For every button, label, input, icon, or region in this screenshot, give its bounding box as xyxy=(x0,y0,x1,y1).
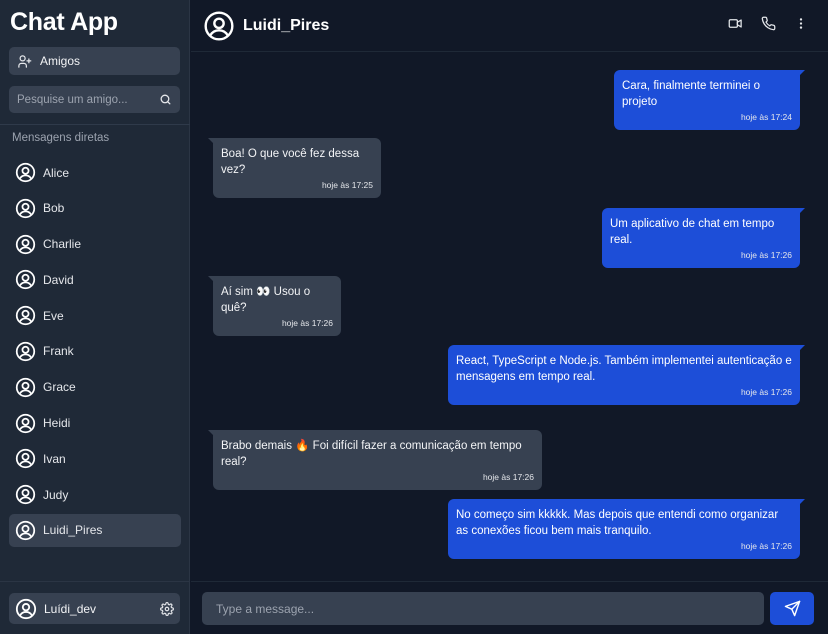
contact-name: David xyxy=(43,272,74,287)
search-icon[interactable] xyxy=(159,93,172,106)
add-user-icon xyxy=(17,54,32,69)
user-avatar-icon xyxy=(15,598,37,620)
sent-message: Um aplicativo de chat em tempo real. hoje… xyxy=(602,208,805,268)
contact-item[interactable]: Ivan xyxy=(9,442,181,475)
user-avatar-icon xyxy=(15,269,36,290)
contact-item[interactable]: Bob xyxy=(9,192,181,225)
send-icon xyxy=(784,600,801,617)
contact-name: Eve xyxy=(43,308,64,323)
current-user-name: Luídi_dev xyxy=(44,601,97,616)
user-avatar-icon xyxy=(15,341,36,362)
friends-label: Amigos xyxy=(40,54,81,68)
user-avatar-icon xyxy=(15,198,36,219)
user-avatar-icon xyxy=(15,484,36,505)
contact-item[interactable]: Judy xyxy=(9,478,181,511)
contact-name: Charlie xyxy=(43,237,82,252)
received-message: Boa! O que você fez dessa vez? hoje às 17… xyxy=(208,138,381,198)
message-timestamp: hoje às 17:26 xyxy=(740,250,792,260)
contact-item[interactable]: Grace xyxy=(9,371,181,404)
user-avatar-icon xyxy=(15,520,36,541)
message-timestamp: hoje às 17:25 xyxy=(321,180,373,190)
message-timestamp: hoje às 17:26 xyxy=(281,318,333,328)
sidebar: Chat App Amigos Mensagens diretas Alice B… xyxy=(0,0,190,634)
message-timestamp: hoje às 17:24 xyxy=(740,112,792,122)
direct-messages-heading: Mensagens diretas xyxy=(12,132,110,144)
contact-name: Judy xyxy=(43,487,69,502)
contact-name: Bob xyxy=(43,201,65,216)
message-text: React, TypeScript e Node.js. Também impl… xyxy=(456,355,792,383)
user-avatar-icon xyxy=(203,10,235,42)
contact-item[interactable]: David xyxy=(9,263,181,296)
more-vertical-icon[interactable] xyxy=(794,16,808,31)
message-composer xyxy=(202,592,764,625)
user-avatar-icon xyxy=(15,377,36,398)
sent-message: Cara, finalmente terminei o projeto hoje … xyxy=(614,70,805,130)
message-text: Cara, finalmente terminei o projeto xyxy=(622,80,761,108)
contact-item[interactable]: Heidi xyxy=(9,407,181,440)
user-avatar-icon xyxy=(15,162,36,183)
sent-message: No começo sim kkkkk. Mas depois que ente… xyxy=(448,499,805,559)
message-timestamp: hoje às 17:26 xyxy=(740,541,792,551)
message-text: No começo sim kkkkk. Mas depois que ente… xyxy=(456,509,779,537)
header-actions xyxy=(728,16,808,31)
message-timestamp: hoje às 17:26 xyxy=(482,472,534,482)
video-icon[interactable] xyxy=(728,16,743,31)
friend-search-input[interactable] xyxy=(17,93,159,106)
user-avatar-icon xyxy=(15,413,36,434)
message-text: Boa! O que você fez dessa vez? xyxy=(221,148,360,176)
gear-icon[interactable] xyxy=(160,601,174,616)
user-avatar-icon xyxy=(15,234,36,255)
app-title: Chat App xyxy=(10,8,118,36)
user-avatar-icon xyxy=(15,305,36,326)
contact-item[interactable]: Luidi_Pires xyxy=(9,513,181,547)
user-avatar-icon xyxy=(15,448,36,469)
message-text: Aí sim 👀 Usou o quê? xyxy=(221,286,311,314)
received-message: Brabo demais 🔥 Foi difícil fazer a comun… xyxy=(208,430,542,490)
contact-list: Alice Bob Charlie David Eve Frank Grace Heidi Iv… xyxy=(9,156,181,550)
sidebar-footer-divider xyxy=(0,581,190,582)
received-message: Aí sim 👀 Usou o quê? hoje às 17:26 xyxy=(208,276,341,336)
friend-search xyxy=(9,86,180,113)
chat-title: Luidi_Pires xyxy=(243,16,330,34)
message-list: Cara, finalmente terminei o projeto hoje … xyxy=(191,53,828,581)
current-user-card: Luídi_dev xyxy=(9,593,180,624)
message-input[interactable] xyxy=(216,601,750,616)
message-text: Brabo demais 🔥 Foi difícil fazer a comun… xyxy=(221,440,522,468)
contact-item[interactable]: Alice xyxy=(9,156,181,189)
contact-name: Heidi xyxy=(43,416,71,431)
send-button[interactable] xyxy=(770,592,814,625)
sent-message: React, TypeScript e Node.js. Também impl… xyxy=(448,345,805,405)
composer-divider xyxy=(191,581,828,582)
phone-icon[interactable] xyxy=(761,16,776,31)
message-text: Um aplicativo de chat em tempo real. xyxy=(610,218,775,246)
contact-name: Ivan xyxy=(43,451,66,466)
contact-name: Alice xyxy=(43,165,70,180)
sidebar-divider xyxy=(0,124,190,125)
contact-item[interactable]: Frank xyxy=(9,335,181,368)
chat-header: Luidi_Pires xyxy=(191,0,828,52)
contact-item[interactable]: Charlie xyxy=(9,228,181,261)
contact-name: Frank xyxy=(43,344,74,359)
contact-name: Grace xyxy=(43,380,76,395)
contact-name: Luidi_Pires xyxy=(43,523,103,538)
friends-button[interactable]: Amigos xyxy=(9,47,180,75)
contact-item[interactable]: Eve xyxy=(9,299,181,332)
message-timestamp: hoje às 17:26 xyxy=(740,387,792,397)
